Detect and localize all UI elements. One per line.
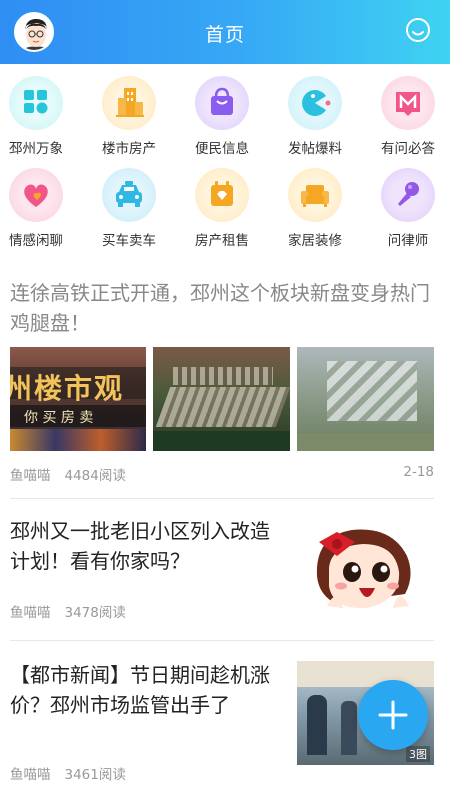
microphone-icon <box>381 168 435 222</box>
chat-m-icon <box>381 76 435 130</box>
article-author: 鱼喵喵 <box>10 468 51 484</box>
add-post-button[interactable] <box>358 680 428 750</box>
grid-apps-icon <box>9 76 63 130</box>
article-reads: 4484阅读 <box>64 468 126 484</box>
article-date: 2-18 <box>403 464 434 480</box>
category-pizhou-wanxiang[interactable]: 邳州万象 <box>0 76 76 157</box>
article-card-3[interactable]: 【都市新闻】节日期间趁机涨价？邳州市场监管出手了 <box>10 660 280 720</box>
article-card-2[interactable]: 邳州又一批老旧小区列入改造计划！看有你家吗？ <box>10 516 280 576</box>
category-youwen-bida[interactable]: 有问必答 <box>368 76 448 157</box>
category-label: 邳州万象 <box>9 141 63 157</box>
sofa-icon <box>288 168 342 222</box>
category-label: 有问必答 <box>381 141 435 157</box>
article-title: 邳州又一批老旧小区列入改造计划！看有你家吗？ <box>10 519 270 573</box>
category-label: 买车卖车 <box>102 233 156 249</box>
article-title: 连徐高铁正式开通，邳州这个板块新盘变身热门鸡腿盘！ <box>10 281 430 335</box>
article-image <box>153 347 290 451</box>
calendar-diamond-icon <box>195 168 249 222</box>
category-qinggan-xianliao[interactable]: 情感闲聊 <box>0 168 76 249</box>
category-label: 家居装修 <box>288 233 342 249</box>
category-maiche-maiche[interactable]: 买车卖车 <box>89 168 169 249</box>
category-label: 房产租售 <box>195 233 249 249</box>
article-meta: 鱼喵喵 3478阅读 <box>10 601 140 621</box>
image-overlay-subtext: 你 买 房 卖 <box>24 410 94 426</box>
pacman-icon <box>288 76 342 130</box>
page-title: 首页 <box>204 24 245 46</box>
top-header: 首页 <box>0 0 450 64</box>
article-author: 鱼喵喵 <box>10 767 51 783</box>
category-fatie-baoliao[interactable]: 发帖爆料 <box>275 76 355 157</box>
article-image <box>297 347 434 451</box>
article-meta: 鱼喵喵 3461阅读 <box>10 763 140 783</box>
article-title: 【都市新闻】节日期间趁机涨价？邳州市场监管出手了 <box>10 663 270 717</box>
category-label: 发帖爆料 <box>288 141 342 157</box>
category-wen-lvshi[interactable]: 问律师 <box>368 168 448 249</box>
plus-icon <box>378 700 408 730</box>
heart-icon <box>9 168 63 222</box>
article-reads: 3461阅读 <box>64 767 126 783</box>
shopping-bag-icon <box>195 76 249 130</box>
divider <box>10 640 434 641</box>
category-bianmin-xinxi[interactable]: 便民信息 <box>182 76 262 157</box>
article-image: 州楼市观 你 买 房 卖 <box>10 347 146 451</box>
car-icon <box>102 168 156 222</box>
category-jiaju-zhuangxiu[interactable]: 家居装修 <box>275 168 355 249</box>
article-meta: 鱼喵喵 4484阅读 <box>10 464 140 484</box>
article-reads: 3478阅读 <box>64 605 126 621</box>
category-label: 楼市房产 <box>102 141 156 157</box>
category-label: 便民信息 <box>195 141 249 157</box>
divider <box>10 498 434 499</box>
category-loushi-fangchan[interactable]: 楼市房产 <box>89 76 169 157</box>
article-image <box>297 516 434 620</box>
article-author: 鱼喵喵 <box>10 605 51 621</box>
search-icon[interactable] <box>404 16 434 46</box>
building-icon <box>102 76 156 130</box>
category-fangchan-zushou[interactable]: 房产租售 <box>182 168 262 249</box>
article-card-1[interactable]: 连徐高铁正式开通，邳州这个板块新盘变身热门鸡腿盘！ <box>10 278 434 338</box>
category-label: 问律师 <box>387 233 429 249</box>
image-overlay-text: 州楼市观 <box>10 372 125 405</box>
category-label: 情感闲聊 <box>9 233 63 249</box>
